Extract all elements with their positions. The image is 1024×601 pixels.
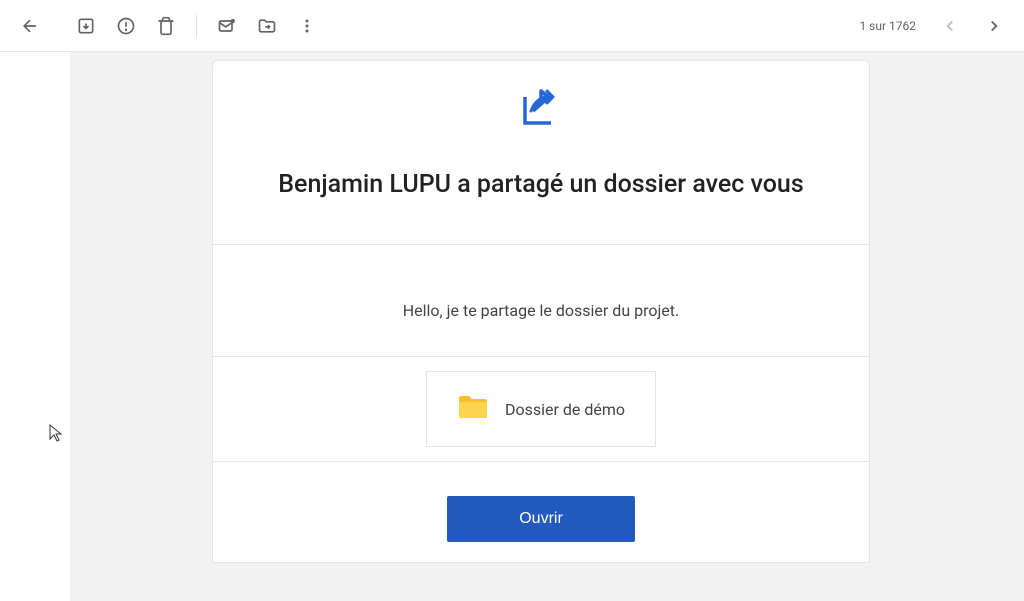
folder-label: Dossier de démo (505, 400, 625, 419)
folder-section: Dossier de démo (213, 357, 869, 462)
email-body-area: Benjamin LUPU a partagé un dossier avec … (0, 52, 1024, 601)
prev-icon[interactable] (930, 6, 970, 46)
folder-box[interactable]: Dossier de démo (426, 371, 656, 447)
email-body-text: Hello, je te partage le dossier du proje… (253, 301, 829, 320)
move-to-icon[interactable] (247, 6, 287, 46)
more-icon[interactable] (287, 6, 327, 46)
delete-icon[interactable] (146, 6, 186, 46)
open-button[interactable]: Ouvrir (447, 496, 635, 542)
folder-icon (457, 394, 489, 424)
archive-icon[interactable] (66, 6, 106, 46)
mark-unread-icon[interactable] (207, 6, 247, 46)
toolbar-right: 1 sur 1762 (859, 6, 1014, 46)
spam-icon[interactable] (106, 6, 146, 46)
share-icon (253, 89, 829, 129)
page-counter: 1 sur 1762 (859, 19, 916, 33)
card-body: Hello, je te partage le dossier du proje… (213, 245, 869, 357)
email-title: Benjamin LUPU a partagé un dossier avec … (253, 167, 829, 202)
left-gutter (0, 52, 70, 601)
button-section: Ouvrir (213, 462, 869, 562)
card-header: Benjamin LUPU a partagé un dossier avec … (213, 61, 869, 245)
back-icon[interactable] (10, 6, 50, 46)
toolbar-left (10, 6, 327, 46)
toolbar: 1 sur 1762 (0, 0, 1024, 52)
email-card: Benjamin LUPU a partagé un dossier avec … (212, 60, 870, 563)
toolbar-separator (196, 15, 197, 37)
next-icon[interactable] (974, 6, 1014, 46)
